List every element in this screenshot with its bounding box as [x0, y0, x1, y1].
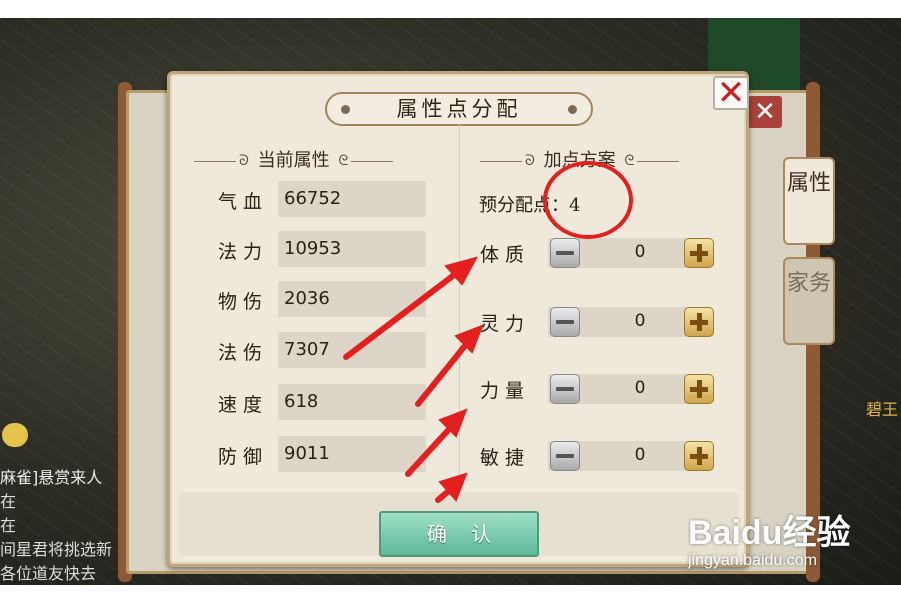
chat-line: 在 — [0, 516, 17, 535]
plan-heading: ᘐ 加点方案 ᘓ — [480, 146, 680, 172]
minus-button[interactable] — [550, 374, 580, 404]
alloc-value: 0 — [634, 378, 646, 398]
stat-label: 气血 — [218, 191, 269, 213]
pre-allocation-points: 预分配点：4 — [479, 195, 581, 216]
stat-value: 10953 — [284, 238, 342, 259]
alloc-label: 体质 — [480, 244, 531, 266]
alloc-row-spirit: 灵力 0 — [480, 304, 720, 340]
stat-value-box: 618 — [278, 384, 426, 420]
scroll-ornament-icon: ᘓ — [624, 153, 635, 169]
stat-value: 9011 — [284, 443, 330, 464]
alloc-value: 0 — [634, 242, 646, 262]
plus-button[interactable] — [684, 441, 714, 471]
stat-label: 法伤 — [218, 342, 269, 364]
plus-button[interactable] — [684, 374, 714, 404]
npc-name: 碧王 — [866, 400, 899, 419]
baidu-jingyan-watermark: Baidu经验 jingyan.baidu.com — [688, 505, 888, 570]
stat-value-box: 2036 — [278, 281, 426, 317]
minus-button[interactable] — [550, 307, 580, 337]
minus-button[interactable] — [550, 441, 580, 471]
current-heading-text: 当前属性 — [257, 150, 330, 171]
tab-household[interactable]: 家务 — [783, 257, 835, 345]
close-button[interactable]: ✕ — [713, 76, 749, 110]
stat-value: 7307 — [284, 339, 330, 360]
chat-line: 间星君将挑选新 — [0, 540, 113, 559]
chat-line: 在 — [0, 492, 17, 511]
stat-value-box: 66752 — [278, 181, 426, 217]
watermark-url: jingyan.baidu.com — [688, 552, 817, 569]
ornament-line — [480, 160, 522, 162]
minus-button[interactable] — [550, 238, 580, 268]
ornament-line — [637, 160, 680, 162]
alloc-row-strength: 力量 0 — [480, 371, 720, 407]
tab-attributes[interactable]: 属性 — [783, 157, 835, 245]
stat-value: 2036 — [284, 288, 330, 309]
scroll-ornament-icon: ᘐ — [525, 153, 535, 169]
chat-line: 麻雀]悬赏来人 — [0, 468, 103, 487]
chat-bubble-icon[interactable] — [2, 423, 28, 447]
stat-value-box: 9011 — [278, 436, 426, 472]
plus-button[interactable] — [684, 307, 714, 337]
chat-log: 麻雀]悬赏来人 在 在 间星君将挑选新 各位道友快去 — [0, 466, 170, 585]
alloc-row-constitution: 体质 0 — [480, 235, 720, 271]
stat-value: 66752 — [284, 188, 342, 209]
watermark-brand: Baidu经验 — [688, 514, 851, 552]
stat-label: 法力 — [218, 241, 269, 263]
alloc-row-agility: 敏捷 0 — [480, 438, 720, 474]
stat-value: 618 — [284, 391, 319, 412]
background-close-icon[interactable]: ✕ — [748, 96, 782, 128]
alloc-label: 敏捷 — [480, 447, 531, 469]
attribute-allocation-dialog: 属性点分配 ✕ ᘐ 当前属性 ᘓ ᘐ 加点方案 ᘓ 气血 66752 法力 10… — [167, 71, 749, 567]
ornament-line — [351, 160, 394, 162]
stat-value-box: 7307 — [278, 332, 426, 368]
chat-line: 各位道友快去 — [0, 564, 97, 583]
scroll-ornament-icon: ᘓ — [338, 153, 349, 169]
alloc-label: 灵力 — [480, 313, 531, 335]
plus-button[interactable] — [684, 238, 714, 268]
alloc-value: 0 — [634, 311, 646, 331]
plan-heading-text: 加点方案 — [543, 150, 616, 171]
scroll-ornament-icon: ᘐ — [239, 153, 249, 169]
ornament-line — [194, 160, 236, 162]
current-attributes-heading: ᘐ 当前属性 ᘓ — [194, 146, 394, 172]
stat-label: 物伤 — [218, 291, 269, 313]
stat-label: 速度 — [218, 394, 269, 416]
stat-value-box: 10953 — [278, 231, 426, 267]
stat-label: 防御 — [218, 446, 269, 468]
nail-icon — [341, 105, 350, 114]
dialog-title: 属性点分配 — [396, 97, 522, 121]
nail-icon — [568, 105, 577, 114]
dialog-title-plate: 属性点分配 — [325, 92, 593, 126]
column-divider — [459, 124, 460, 484]
alloc-value: 0 — [634, 445, 646, 465]
confirm-button[interactable]: 确认 — [379, 511, 539, 557]
alloc-label: 力量 — [480, 380, 531, 402]
